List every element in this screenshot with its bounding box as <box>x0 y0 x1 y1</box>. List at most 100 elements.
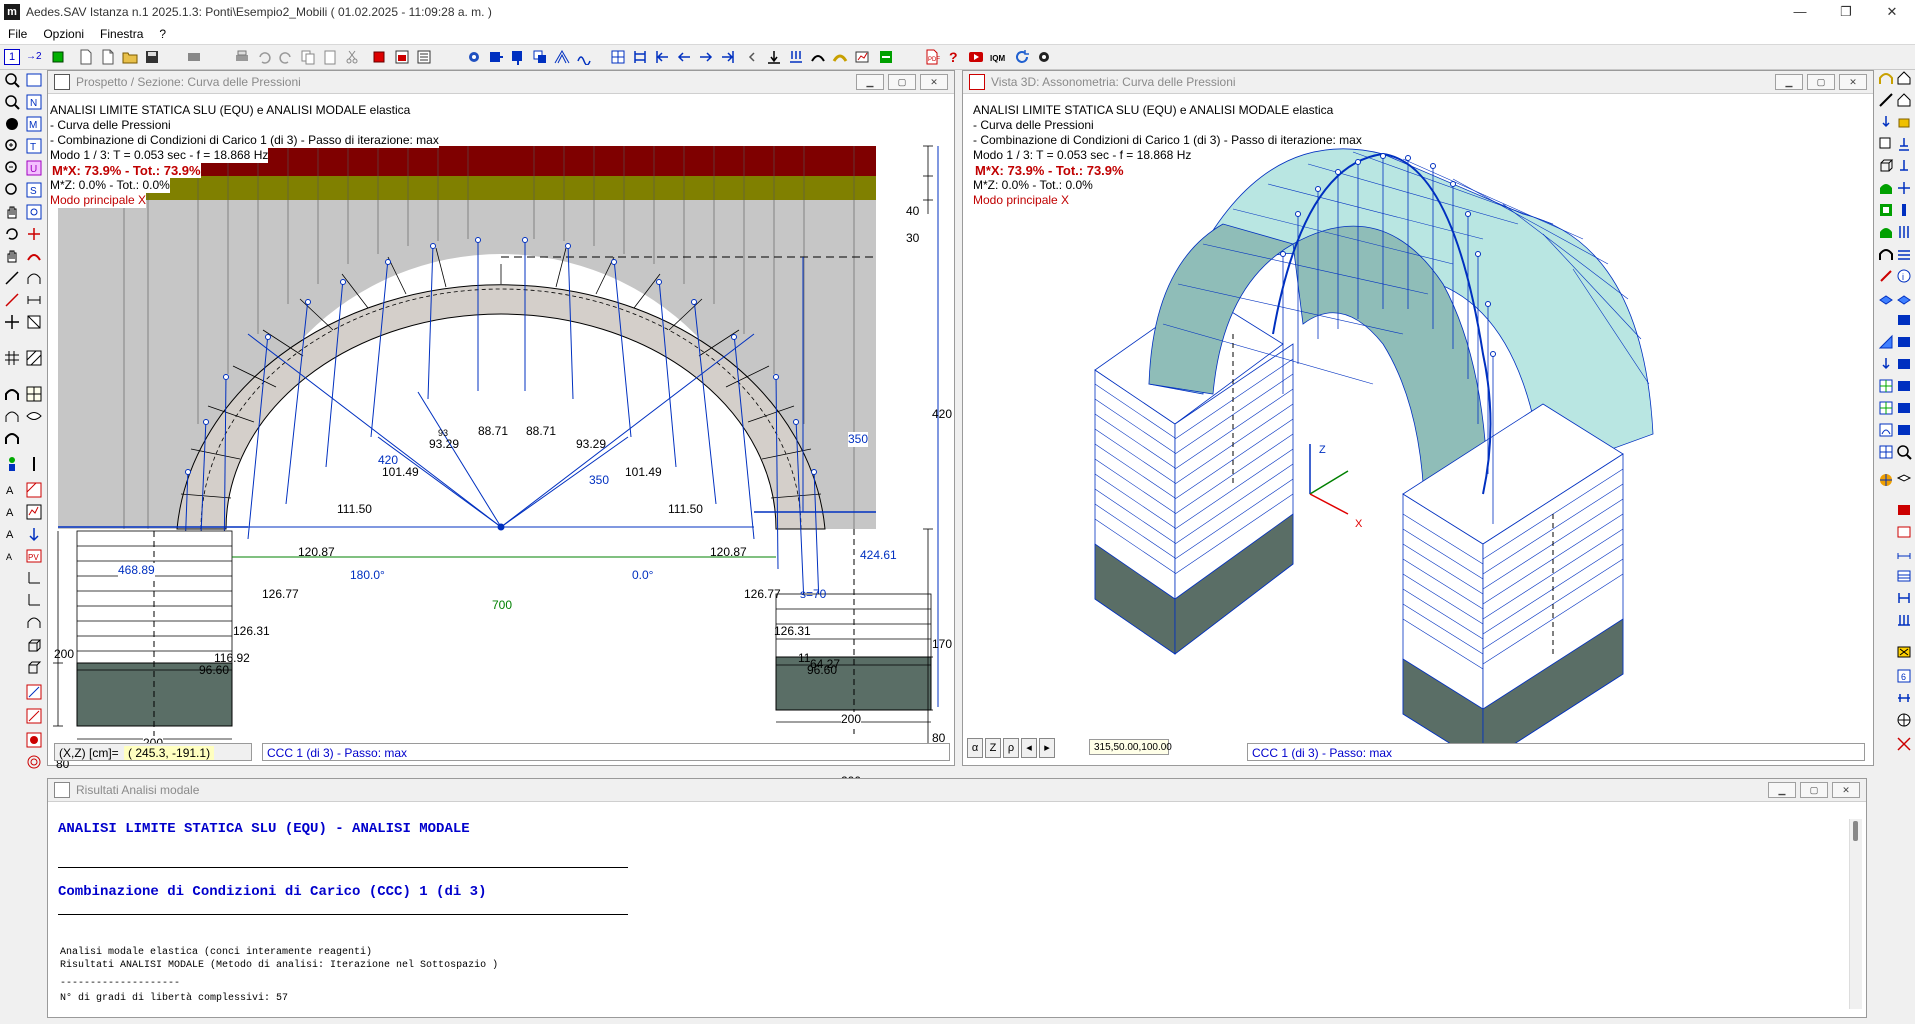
menu-help[interactable]: ? <box>151 27 174 41</box>
t-view-icon[interactable]: T <box>26 138 42 154</box>
green-square-icon[interactable] <box>50 49 66 65</box>
menu-finestra[interactable]: Finestra <box>92 27 151 41</box>
3d-top-icon[interactable] <box>26 660 42 676</box>
tools-red-icon[interactable] <box>1896 736 1912 752</box>
line-tool-icon[interactable] <box>4 292 20 308</box>
text-small-icon[interactable]: A <box>4 548 20 564</box>
text-icon[interactable]: A <box>4 482 20 498</box>
zoom-in-icon[interactable] <box>4 138 20 154</box>
arch-outline-icon[interactable] <box>4 408 20 424</box>
z-button[interactable]: Z <box>985 738 1001 758</box>
rho-button[interactable]: ρ <box>1003 738 1019 758</box>
new-file-icon[interactable] <box>78 49 94 65</box>
axis-arrows-icon[interactable] <box>26 226 42 242</box>
paste-icon[interactable] <box>322 49 338 65</box>
panel-maximize-button[interactable]: ▢ <box>1800 782 1828 798</box>
globe-icon[interactable] <box>1896 712 1912 728</box>
mesh-icon[interactable] <box>554 49 570 65</box>
iqm-icon[interactable]: IQM <box>990 49 1006 65</box>
green-arch-2-icon[interactable] <box>1878 224 1894 240</box>
support-icon[interactable] <box>1896 136 1912 152</box>
number-6-icon[interactable]: 6 <box>1896 668 1912 684</box>
rotate-icon[interactable] <box>4 226 20 242</box>
table-icon[interactable] <box>1896 568 1912 584</box>
house-icon[interactable] <box>1896 92 1912 108</box>
menu-opzioni[interactable]: Opzioni <box>35 27 92 41</box>
close-button[interactable]: ✕ <box>1869 0 1915 24</box>
chart-view-icon[interactable] <box>26 504 42 520</box>
new-document-icon[interactable] <box>100 49 116 65</box>
red-block-icon[interactable] <box>372 49 388 65</box>
yz-axis-icon[interactable] <box>26 592 42 608</box>
grid-blue-icon[interactable] <box>1878 444 1894 460</box>
pan-icon[interactable] <box>4 116 20 132</box>
hatch-icon[interactable] <box>26 350 42 366</box>
frame-view-icon[interactable] <box>26 72 42 88</box>
undo-icon[interactable] <box>256 49 272 65</box>
settings-tools-icon[interactable] <box>186 49 202 65</box>
search-icon[interactable] <box>1896 444 1912 460</box>
image-icon[interactable] <box>394 49 410 65</box>
panel-maximize-button[interactable]: ▢ <box>1807 74 1835 90</box>
grid-green-2-icon[interactable] <box>1878 400 1894 416</box>
arch-red-icon[interactable] <box>26 248 42 264</box>
graph-icon[interactable] <box>1896 524 1912 540</box>
hatch-red-icon[interactable] <box>26 482 42 498</box>
move-icon[interactable] <box>4 314 20 330</box>
arrow-last-icon[interactable] <box>720 49 736 65</box>
arrow-next-icon[interactable] <box>698 49 714 65</box>
text-size-icon[interactable]: A <box>4 504 20 520</box>
grid-select-icon[interactable] <box>610 49 626 65</box>
green-frame-icon[interactable] <box>1878 202 1894 218</box>
text-align-icon[interactable]: A <box>4 526 20 542</box>
s-view-icon[interactable]: S <box>26 182 42 198</box>
panel-close-button[interactable]: ✕ <box>1839 74 1867 90</box>
colorize-icon[interactable] <box>26 732 42 748</box>
zoom-window-icon[interactable] <box>4 94 20 110</box>
grid-yellow-icon[interactable] <box>26 386 42 402</box>
distributed-load-icon[interactable] <box>788 49 804 65</box>
pan-hand-icon[interactable] <box>4 248 20 264</box>
grid-green-icon[interactable] <box>1878 378 1894 394</box>
spring-icon[interactable] <box>576 49 592 65</box>
bars-blue-icon[interactable] <box>1896 612 1912 628</box>
slab-icon[interactable] <box>1878 290 1894 306</box>
person-icon[interactable] <box>4 456 20 472</box>
panel-minimize-button[interactable]: ▁ <box>1768 782 1796 798</box>
hand-icon[interactable] <box>4 204 20 220</box>
export-icon[interactable] <box>878 49 894 65</box>
extend-icon[interactable] <box>532 49 548 65</box>
grid-icon[interactable] <box>4 350 20 366</box>
slope-icon[interactable] <box>1878 334 1894 350</box>
arch-fill-icon[interactable] <box>4 430 20 446</box>
arch-view-icon[interactable] <box>26 614 42 630</box>
zoom-out-icon[interactable] <box>4 160 20 176</box>
save-icon[interactable] <box>144 49 160 65</box>
frame-blue-icon[interactable] <box>1896 590 1912 606</box>
gear-icon[interactable] <box>466 49 482 65</box>
move-down-icon[interactable] <box>510 49 526 65</box>
eye-icon[interactable] <box>26 408 42 424</box>
home-icon[interactable] <box>1896 70 1912 86</box>
move-right-icon[interactable] <box>488 49 504 65</box>
alpha-button[interactable]: α <box>967 738 983 758</box>
copy-block-icon[interactable] <box>1878 136 1894 152</box>
panel-close-button[interactable]: ✕ <box>920 74 948 90</box>
pv-icon[interactable]: PV <box>26 548 42 564</box>
n-view-icon[interactable]: N <box>26 94 42 110</box>
cog-icon[interactable] <box>1036 49 1052 65</box>
restore-button[interactable]: ❐ <box>1823 0 1869 24</box>
frame-icon[interactable] <box>632 49 648 65</box>
chart-icon[interactable] <box>854 49 870 65</box>
wall-5-icon[interactable] <box>1896 400 1912 416</box>
wall-3-icon[interactable] <box>1896 356 1912 372</box>
youtube-icon[interactable] <box>968 49 984 65</box>
green-arch-icon[interactable] <box>1878 180 1894 196</box>
3d-box-icon[interactable] <box>26 638 42 654</box>
menu-file[interactable]: File <box>0 27 35 41</box>
u-view-icon[interactable]: U <box>26 160 42 176</box>
report-icon[interactable] <box>416 49 432 65</box>
layers-icon[interactable] <box>1896 472 1912 488</box>
dim-icon[interactable] <box>1896 546 1912 562</box>
bars-icon[interactable] <box>1896 224 1912 240</box>
